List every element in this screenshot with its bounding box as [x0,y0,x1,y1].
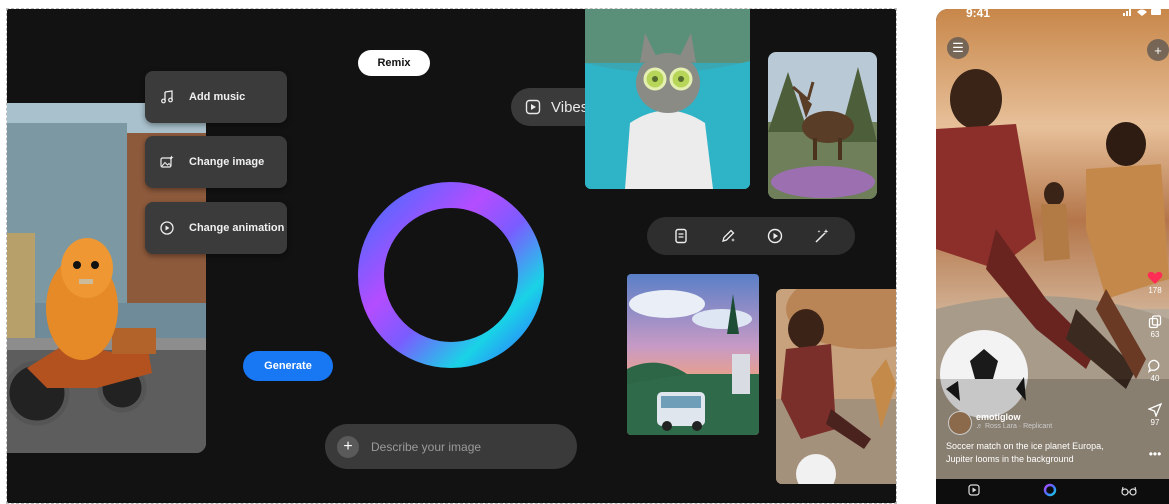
play-circle-icon [159,220,175,236]
prompt-placeholder: Describe your image [371,439,482,454]
caption-line-1: Soccer match on the ice planet Europa, [946,441,1104,451]
send-icon [1148,403,1162,417]
add-icon[interactable]: + [1147,39,1169,61]
soccer-europa-image[interactable] [776,289,896,484]
status-time: 9:41 [966,9,991,20]
moose-trampoline-image[interactable] [768,52,877,199]
remix-count: 63 [1150,330,1160,339]
editor-canvas: Add music Change image Change animation … [7,9,896,503]
music-note-icon [159,89,175,105]
comment-button[interactable]: 40 [1143,359,1167,383]
generate-button[interactable]: Generate [243,351,333,381]
change-image-button[interactable]: Change image [145,136,287,188]
add-music-label: Add music [189,91,246,103]
copy-icon [1148,315,1162,329]
change-animation-button[interactable]: Change animation [145,202,287,254]
change-image-label: Change image [189,156,265,168]
like-button[interactable]: 178 [1143,271,1167,295]
more-options-icon[interactable]: ••• [1143,447,1167,461]
prompt-input[interactable]: + Describe your image [325,424,577,469]
phone-mockup: 9:41 ☰ + 178 63 40 97 ••• emotiglow ♬ Ro… [936,9,1169,504]
play-square-icon [525,99,541,115]
meta-ai-ring-icon [358,182,544,368]
image-sparkle-icon [159,154,175,170]
comment-icon [1148,359,1160,373]
bottom-nav [936,480,1169,504]
add-music-button[interactable]: Add music [145,71,287,123]
cat-selfie-image[interactable] [585,9,750,189]
play-square-icon[interactable] [968,483,980,501]
share-count: 97 [1150,418,1160,427]
remix-button[interactable]: Remix [358,50,430,76]
like-count: 178 [1148,286,1162,295]
music-attribution[interactable]: ♬ Ross Lara · Replicant [976,423,1052,430]
menu-icon[interactable]: ☰ [947,37,969,59]
pen-sparkle-icon[interactable] [719,227,737,245]
caption-line-2: Jupiter looms in the background [946,454,1074,464]
change-animation-label: Change animation [189,222,285,234]
magic-wand-icon[interactable] [813,227,831,245]
vibes-label: Vibes [551,98,589,116]
status-icons [1123,9,1163,20]
edit-toolbar [647,217,855,255]
author-name[interactable]: emotiglow [976,412,1021,422]
glasses-icon[interactable] [1121,483,1137,501]
heart-icon [1147,271,1163,284]
comment-count: 40 [1150,374,1160,383]
avatar[interactable] [948,411,972,435]
play-circle-icon[interactable] [766,227,784,245]
remix-count-button[interactable]: 63 [1143,315,1167,339]
document-icon[interactable] [672,227,690,245]
plus-icon[interactable]: + [337,435,359,458]
van-sunset-image[interactable] [627,274,759,435]
vibes-video-frame[interactable] [936,9,1169,479]
share-button[interactable]: 97 [1143,403,1167,427]
meta-ai-ring-icon[interactable] [1043,483,1057,502]
